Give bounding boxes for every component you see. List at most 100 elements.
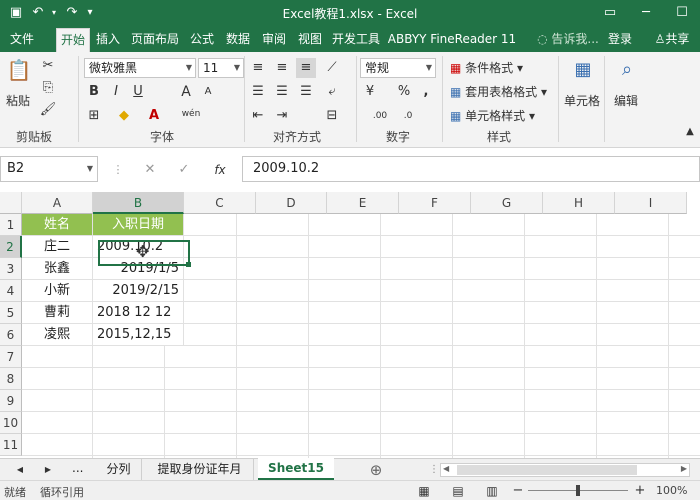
- more-sheets[interactable]: ...: [72, 461, 83, 475]
- border-icon[interactable]: ⊞: [84, 106, 104, 126]
- conditional-format-button[interactable]: ▦ 条件格式 ▾: [450, 59, 523, 76]
- align-left-icon[interactable]: ☰: [248, 82, 268, 102]
- cell-a1[interactable]: 姓名: [22, 214, 93, 236]
- column-header-c[interactable]: C: [184, 192, 256, 214]
- align-right-icon[interactable]: ☰: [296, 82, 316, 102]
- font-name-dropdown[interactable]: 微软雅黑 ▼: [84, 58, 196, 78]
- increase-indent-icon[interactable]: ⇥: [272, 106, 292, 126]
- tab-data[interactable]: 数据: [222, 28, 254, 52]
- row-header-11[interactable]: 11: [0, 434, 22, 456]
- ribbon-display-icon[interactable]: ▭: [592, 0, 628, 26]
- fill-handle[interactable]: [186, 262, 191, 267]
- page-break-view-icon[interactable]: ▥: [482, 481, 502, 501]
- cell-a5[interactable]: 曹莉: [22, 302, 93, 324]
- comma-button[interactable]: ,: [416, 82, 436, 102]
- select-all-corner[interactable]: [0, 192, 22, 214]
- column-header-e[interactable]: E: [327, 192, 399, 214]
- column-header-f[interactable]: F: [399, 192, 471, 214]
- fill-color-icon[interactable]: ◆: [114, 106, 134, 126]
- row-header-1[interactable]: 1: [0, 214, 22, 236]
- cell-a4[interactable]: 小新: [22, 280, 93, 302]
- cut-icon[interactable]: ✂: [38, 56, 58, 76]
- cell-styles-button[interactable]: ▦ 单元格样式 ▾: [450, 107, 535, 124]
- page-layout-view-icon[interactable]: ▤: [448, 481, 468, 501]
- minimize-icon[interactable]: ─: [628, 0, 664, 26]
- cells-button[interactable]: 单元格: [564, 92, 600, 109]
- tab-review[interactable]: 审阅: [258, 28, 290, 52]
- italic-button[interactable]: I: [106, 82, 126, 102]
- percent-button[interactable]: %: [394, 82, 414, 102]
- font-color-icon[interactable]: A: [144, 106, 164, 126]
- insert-function-icon[interactable]: fx: [210, 160, 230, 180]
- enter-icon[interactable]: ✓: [174, 160, 194, 180]
- font-shrink-button[interactable]: A: [198, 82, 218, 102]
- phonetic-button[interactable]: wén: [176, 104, 206, 124]
- scroll-right-arrow-icon[interactable]: ▶: [681, 464, 687, 473]
- cell-b3[interactable]: 2019/1/5: [93, 258, 184, 280]
- tab-home[interactable]: 开始: [56, 28, 90, 52]
- decrease-decimal-icon[interactable]: .0: [398, 106, 418, 126]
- normal-view-icon[interactable]: ▦: [414, 481, 434, 501]
- merge-center-icon[interactable]: ⊟: [322, 106, 342, 126]
- underline-button[interactable]: U: [128, 82, 148, 102]
- zoom-out-icon[interactable]: −: [508, 481, 528, 501]
- column-header-g[interactable]: G: [471, 192, 543, 214]
- row-header-10[interactable]: 10: [0, 412, 22, 434]
- cell-a3[interactable]: 张鑫: [22, 258, 93, 280]
- sheet-tab-sheet15[interactable]: Sheet15: [258, 458, 334, 480]
- tab-view[interactable]: 视图: [294, 28, 326, 52]
- sheet-tab-split[interactable]: 分列: [96, 459, 142, 480]
- row-header-2[interactable]: 2: [0, 236, 22, 258]
- copy-icon[interactable]: ⎘: [38, 78, 58, 98]
- row-header-6[interactable]: 6: [0, 324, 22, 346]
- scrollbar-thumb[interactable]: [457, 465, 637, 475]
- editing-button[interactable]: 编辑: [614, 92, 638, 109]
- tab-page-layout[interactable]: 页面布局: [128, 28, 182, 52]
- tab-developer[interactable]: 开发工具: [330, 28, 382, 52]
- column-header-d[interactable]: D: [256, 192, 327, 214]
- align-center-icon[interactable]: ☰: [272, 82, 292, 102]
- row-header-3[interactable]: 3: [0, 258, 22, 280]
- zoom-slider-thumb[interactable]: [576, 485, 580, 496]
- cell-b4[interactable]: 2019/2/15: [93, 280, 184, 302]
- bold-button[interactable]: B: [84, 82, 104, 102]
- align-top-icon[interactable]: ≡: [248, 58, 268, 78]
- tab-file[interactable]: 文件: [4, 28, 40, 52]
- increase-decimal-icon[interactable]: .00: [370, 106, 390, 126]
- cell-a6[interactable]: 凌熙: [22, 324, 93, 346]
- format-as-table-button[interactable]: ▦ 套用表格格式 ▾: [450, 83, 547, 100]
- scroll-left-icon[interactable]: ◀: [10, 460, 30, 480]
- scroll-left-arrow-icon[interactable]: ◀: [443, 464, 449, 473]
- column-header-i[interactable]: I: [615, 192, 687, 214]
- align-bottom-icon[interactable]: ≡: [296, 58, 316, 78]
- tab-abbyy[interactable]: ABBYY FineReader 11: [386, 28, 518, 52]
- cancel-icon[interactable]: ✕: [140, 160, 160, 180]
- tell-me-box[interactable]: ◌ 告诉我...: [528, 28, 608, 52]
- sign-in-link[interactable]: 登录: [602, 28, 638, 52]
- currency-button[interactable]: ¥: [360, 82, 380, 102]
- tab-insert[interactable]: 插入: [92, 28, 124, 52]
- row-header-8[interactable]: 8: [0, 368, 22, 390]
- zoom-in-icon[interactable]: +: [630, 481, 650, 501]
- row-header-7[interactable]: 7: [0, 346, 22, 368]
- cell-b5[interactable]: 2018 12 12: [93, 302, 184, 324]
- sheet-tab-idcard[interactable]: 提取身份证年月: [146, 459, 254, 480]
- scroll-right-icon[interactable]: ▶: [38, 460, 58, 480]
- column-header-a[interactable]: A: [22, 192, 93, 214]
- collapse-ribbon-icon[interactable]: ▲: [680, 122, 700, 142]
- column-header-h[interactable]: H: [543, 192, 615, 214]
- share-button[interactable]: ♙共享: [648, 28, 696, 52]
- column-header-b[interactable]: B: [93, 192, 184, 214]
- row-header-5[interactable]: 5: [0, 302, 22, 324]
- maximize-icon[interactable]: ☐: [664, 0, 700, 26]
- cell-a2[interactable]: 庄二: [22, 236, 93, 258]
- cell-b6[interactable]: 2015,12,15: [93, 324, 184, 346]
- number-format-dropdown[interactable]: 常规 ▼: [360, 58, 436, 78]
- align-middle-icon[interactable]: ≡: [272, 58, 292, 78]
- zoom-level[interactable]: 100%: [656, 484, 687, 497]
- font-grow-button[interactable]: A: [176, 82, 196, 102]
- name-box[interactable]: B2 ▼: [0, 156, 98, 182]
- orientation-icon[interactable]: ⟋: [322, 58, 342, 78]
- format-painter-icon[interactable]: 🖌: [38, 100, 58, 120]
- cells-icon[interactable]: ▦: [570, 60, 596, 86]
